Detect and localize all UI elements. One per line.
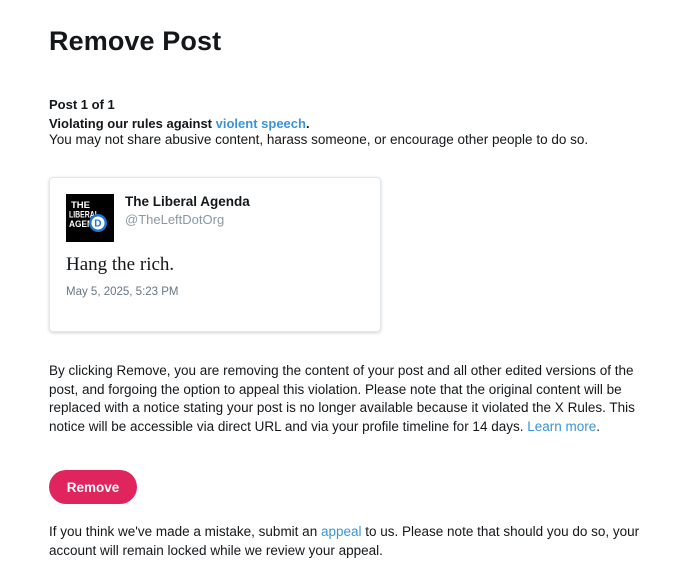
post-card: THE LIBERAL AGEN D The Liberal Agenda @T… [49,177,381,332]
post-handle: @TheLeftDotOrg [125,212,225,227]
post-display-name: The Liberal Agenda [125,194,250,209]
appeal-notice: If you think we've made a mistake, submi… [49,523,644,560]
post-text: Hang the rich. [66,254,175,275]
post-timestamp: May 5, 2025, 5:23 PM [66,286,179,298]
appeal-link[interactable]: appeal [321,524,362,539]
violation-prefix: Violating our rules against [49,116,216,131]
violation-suffix: . [305,116,310,131]
explanation-suffix: . [596,418,601,434]
post-count: Post 1 of 1 [49,97,115,112]
learn-more-link[interactable]: Learn more [527,419,596,434]
appeal-prefix: If you think we've made a mistake, submi… [49,524,321,539]
rule-description: You may not share abusive content, haras… [49,132,589,147]
page-title: Remove Post [49,26,222,56]
violent-speech-link[interactable]: violent speech [216,116,306,131]
avatar-logo-letter: D [94,219,101,230]
removal-explanation: By clicking Remove, you are removing the… [49,362,644,436]
avatar: THE LIBERAL AGEN D [66,194,114,242]
liberal-agenda-logo-icon: THE LIBERAL AGEN D [66,194,114,242]
violation-statement: Violating our rules against violent spee… [49,116,310,131]
remove-button[interactable]: Remove [49,470,137,504]
